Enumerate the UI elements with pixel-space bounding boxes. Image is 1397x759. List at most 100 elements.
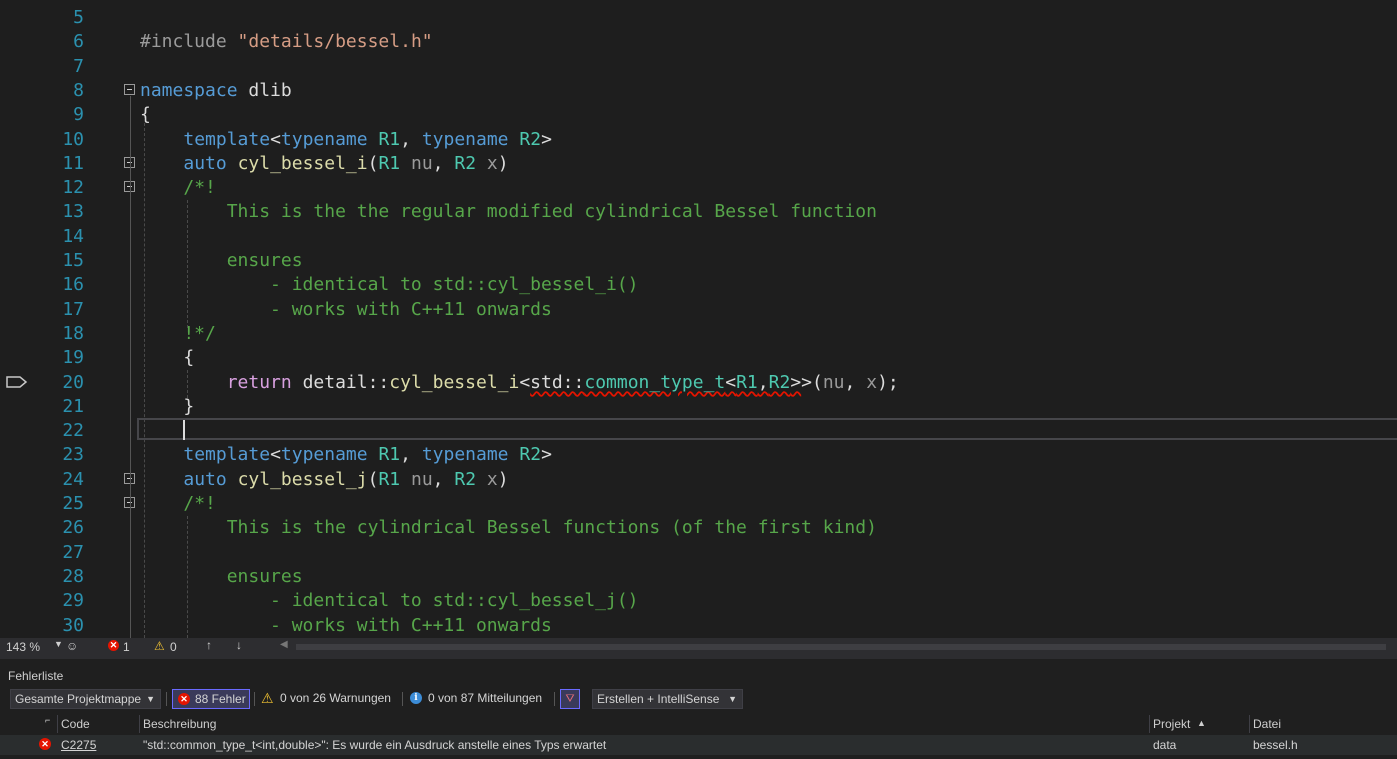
code-line[interactable]: 14 — [0, 225, 1397, 249]
code-text[interactable]: - works with C++11 onwards — [140, 614, 552, 638]
code-text[interactable]: /*! — [140, 176, 216, 200]
filter-icon[interactable]: ⛛ — [560, 689, 580, 709]
code-line[interactable]: 27 — [0, 541, 1397, 565]
code-line[interactable]: 20 return detail::cyl_bessel_i<std::comm… — [0, 371, 1397, 395]
messages-filter-button[interactable]: i 0 von 87 Mitteilungen — [408, 689, 542, 709]
code-line[interactable]: 19 { — [0, 346, 1397, 370]
code-text[interactable]: } — [140, 395, 194, 419]
column-header-code[interactable]: Code — [61, 717, 90, 731]
code-line[interactable]: 21 } — [0, 395, 1397, 419]
copilot-icon[interactable]: ☺ — [66, 639, 78, 653]
line-number: 17 — [62, 298, 84, 320]
code-text[interactable]: /*! — [140, 492, 216, 516]
code-text[interactable]: ensures — [140, 565, 303, 589]
line-number: 7 — [73, 55, 84, 77]
line-number: 27 — [62, 541, 84, 563]
code-text[interactable]: - works with C++11 onwards — [140, 298, 552, 322]
code-text[interactable]: return detail::cyl_bessel_i<std::common_… — [140, 371, 899, 395]
code-text[interactable]: This is the the regular modified cylindr… — [140, 200, 877, 224]
code-line[interactable]: 6 #include "details/bessel.h" — [0, 30, 1397, 54]
code-editor[interactable]: 5 6 #include "details/bessel.h" 7 8 namespace… — [0, 0, 1397, 638]
code-text[interactable]: auto cyl_bessel_j(R1 nu, R2 x) — [140, 468, 508, 492]
line-number: 26 — [62, 517, 84, 539]
code-line[interactable]: 28 ensures — [0, 565, 1397, 589]
code-text[interactable]: namespace dlib — [140, 79, 292, 103]
code-text[interactable]: This is the cylindrical Bessel functions… — [140, 516, 877, 540]
code-text[interactable]: !*/ — [140, 322, 216, 346]
code-text[interactable]: #include "details/bessel.h" — [140, 30, 433, 54]
horizontal-scrollbar[interactable] — [296, 644, 1386, 650]
code-line[interactable]: 16 - identical to std::cyl_bessel_i() — [0, 273, 1397, 297]
column-divider[interactable] — [1249, 715, 1250, 733]
line-number: 12 — [62, 177, 84, 199]
column-divider[interactable] — [139, 715, 140, 733]
indent-guide — [187, 200, 188, 328]
error-file: bessel.h — [1253, 738, 1298, 752]
previous-issue-icon[interactable]: ↑ — [206, 638, 212, 652]
code-text[interactable]: { — [140, 103, 151, 127]
error-icon: ✕ — [39, 738, 51, 750]
code-line[interactable]: 18 !*/ — [0, 322, 1397, 346]
fold-toggle-namespace[interactable] — [124, 84, 135, 95]
line-number: 19 — [62, 347, 84, 369]
code-line[interactable]: 7 — [0, 55, 1397, 79]
current-statement-arrow-icon[interactable] — [6, 375, 28, 389]
error-list-panel: Fehlerliste Gesamte Projektmappe ▼ ✕ 88 … — [0, 656, 1397, 759]
code-line[interactable]: 30 - works with C++11 onwards — [0, 614, 1397, 638]
code-line[interactable]: 24 auto cyl_bessel_j(R1 nu, R2 x) — [0, 468, 1397, 492]
line-number: 15 — [62, 250, 84, 271]
warning-icon[interactable]: ⚠ — [154, 639, 165, 653]
line-number: 9 — [73, 104, 84, 126]
source-dropdown[interactable]: Erstellen + IntelliSense ▼ — [592, 689, 743, 709]
line-number: 30 — [62, 614, 84, 636]
code-line[interactable]: 12 /*! — [0, 176, 1397, 200]
sort-ascending-icon: ▲ — [1197, 718, 1206, 728]
warnings-filter-button[interactable]: ⚠ 0 von 26 Warnungen — [258, 689, 391, 709]
code-text[interactable]: template<typename R1, typename R2> — [140, 443, 552, 467]
panel-title: Fehlerliste — [8, 669, 64, 683]
error-code-link[interactable]: C2275 — [61, 738, 96, 752]
code-text[interactable]: template<typename R1, typename R2> — [140, 128, 552, 152]
code-text[interactable]: - identical to std::cyl_bessel_j() — [140, 589, 638, 613]
error-project: data — [1153, 738, 1177, 752]
code-text[interactable]: - identical to std::cyl_bessel_i() — [140, 273, 638, 297]
error-icon[interactable]: ✕ — [108, 640, 119, 651]
code-line[interactable]: 5 — [0, 6, 1397, 30]
error-count[interactable]: 1 — [123, 640, 130, 654]
zoom-dropdown-icon[interactable]: ▼ — [54, 639, 63, 649]
code-line[interactable]: 11 auto cyl_bessel_i(R1 nu, R2 x) — [0, 152, 1397, 176]
column-divider[interactable] — [57, 715, 58, 733]
next-issue-icon[interactable]: ↓ — [236, 638, 242, 652]
code-line[interactable]: 10 template<typename R1, typename R2> — [0, 128, 1397, 152]
code-text[interactable]: { — [140, 346, 194, 370]
errors-filter-button[interactable]: ✕ 88 Fehler — [172, 689, 250, 709]
line-number: 18 — [62, 322, 84, 344]
column-header-project[interactable]: Projekt — [1153, 717, 1190, 731]
code-line[interactable]: 9{ — [0, 103, 1397, 127]
divider — [166, 692, 167, 706]
table-row[interactable]: ✕ C2275 "std::common_type_t<int,double>"… — [0, 735, 1397, 755]
zoom-level[interactable]: 143 % — [6, 640, 40, 654]
column-chooser-icon[interactable]: ⌐ — [45, 715, 50, 725]
code-line[interactable]: 29 - identical to std::cyl_bessel_j() — [0, 589, 1397, 613]
code-line[interactable]: 17 - works with C++11 onwards — [0, 298, 1397, 322]
line-number: 24 — [62, 468, 84, 490]
column-header-file[interactable]: Datei — [1253, 717, 1281, 731]
code-line[interactable]: 8 namespace dlib — [0, 79, 1397, 103]
chevron-down-icon: ▼ — [146, 694, 155, 704]
warning-count[interactable]: 0 — [170, 640, 177, 654]
line-number: 25 — [62, 493, 84, 514]
code-text[interactable]: ensures — [140, 249, 303, 273]
current-line-highlight — [137, 418, 1397, 440]
column-divider[interactable] — [1149, 715, 1150, 733]
code-line[interactable]: 25 /*! — [0, 492, 1397, 516]
code-line[interactable]: 15 ensures — [0, 249, 1397, 273]
column-header-description[interactable]: Beschreibung — [143, 717, 216, 731]
code-line[interactable]: 13 This is the the regular modified cyli… — [0, 200, 1397, 224]
scope-dropdown[interactable]: Gesamte Projektmappe ▼ — [10, 689, 161, 709]
scroll-left-icon[interactable]: ◀ — [280, 639, 288, 650]
code-line[interactable]: 26 This is the cylindrical Bessel functi… — [0, 516, 1397, 540]
code-text[interactable]: auto cyl_bessel_i(R1 nu, R2 x) — [140, 152, 508, 176]
code-line[interactable]: 23 template<typename R1, typename R2> — [0, 443, 1397, 467]
error-icon: ✕ — [178, 693, 190, 705]
